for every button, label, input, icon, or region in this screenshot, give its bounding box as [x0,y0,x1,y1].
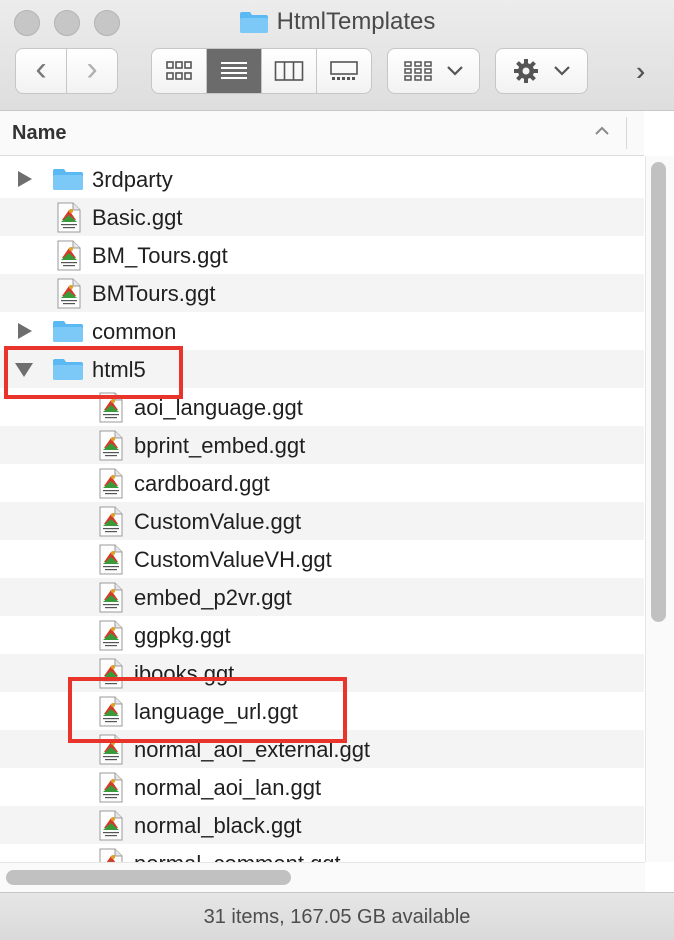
file-row[interactable]: normal_comment.ggt [0,844,644,862]
ggt-template-file-icon [98,772,124,808]
disclosure-triangle-closed-icon[interactable] [18,323,32,339]
list-view-button[interactable] [207,49,262,93]
ggt-template-file-icon [56,278,82,314]
file-row[interactable]: bprint_embed.ggt [0,426,644,464]
item-name: common [92,319,177,344]
column-view-button[interactable] [262,49,317,93]
file-row[interactable]: normal_aoi_lan.ggt [0,768,644,806]
folder-icon [239,12,268,33]
gallery-icon [330,61,358,80]
ggt-template-file-icon [56,240,82,276]
forward-button[interactable]: › [66,48,118,94]
gear-icon [513,59,538,83]
finder-window: HtmlTemplates ‹ › ›› Name 3rdparty Basic… [0,0,674,940]
item-name: BM_Tours.ggt [92,243,228,268]
file-row[interactable]: Basic.ggt [0,198,644,236]
file-row[interactable]: BM_Tours.ggt [0,236,644,274]
item-name: BMTours.ggt [92,281,216,306]
chevron-down-icon [446,66,463,76]
toolbar-overflow-icon[interactable]: ›› [636,56,648,87]
item-name: Basic.ggt [92,205,183,230]
item-name: bprint_embed.ggt [134,433,306,458]
column-divider [626,117,627,149]
ggt-template-file-icon [98,506,124,542]
column-header-name[interactable]: Name [0,111,644,156]
item-name: normal_black.ggt [134,813,302,838]
file-row[interactable]: CustomValue.ggt [0,502,644,540]
list-icon [221,62,247,79]
ggt-template-file-icon [98,544,124,580]
disclosure-triangle-closed-icon[interactable] [18,171,32,187]
item-name: CustomValue.ggt [134,509,302,534]
ggt-template-file-icon [98,582,124,618]
group-by-button[interactable] [387,48,480,94]
status-text: 31 items, 167.05 GB available [203,906,471,928]
sort-ascending-icon [594,123,610,141]
folder-row[interactable]: 3rdparty [0,160,644,198]
columns-icon [274,61,304,81]
icon-view-button[interactable] [152,49,207,93]
window-title: HtmlTemplates [0,8,674,39]
file-row[interactable]: embed_p2vr.ggt [0,578,644,616]
file-row[interactable]: BMTours.ggt [0,274,644,312]
toolbar: HtmlTemplates ‹ › ›› [0,0,674,111]
folder-icon [52,319,84,348]
file-row[interactable]: cardboard.ggt [0,464,644,502]
ggt-template-file-icon [98,620,124,656]
highlight-box-html5 [4,346,183,399]
file-row[interactable]: normal_black.ggt [0,806,644,844]
vertical-scrollbar-thumb[interactable] [651,162,666,622]
action-menu-button[interactable] [495,48,588,94]
ggt-template-file-icon [98,430,124,466]
chevron-down-icon [553,66,570,76]
item-name: normal_comment.ggt [134,851,341,862]
file-row[interactable]: ggpkg.ggt [0,616,644,654]
item-name: 3rdparty [92,167,173,192]
item-name: embed_p2vr.ggt [134,585,292,610]
ggt-template-file-icon [56,202,82,238]
horizontal-scrollbar-thumb[interactable] [6,870,291,885]
ggt-template-file-icon [98,810,124,846]
folder-row[interactable]: common [0,312,644,350]
gallery-view-button[interactable] [317,49,371,93]
file-row[interactable]: CustomValueVH.ggt [0,540,644,578]
window-title-text: HtmlTemplates [276,8,436,35]
folder-icon [52,167,84,196]
column-header-label: Name [12,122,67,144]
item-name: normal_aoi_lan.ggt [134,775,322,800]
status-bar: 31 items, 167.05 GB available [0,892,674,940]
file-list: 3rdparty Basic.ggt BM_Tours.ggt BMTours.ggt… [0,160,644,862]
ggt-template-file-icon [98,848,124,862]
item-name: cardboard.ggt [134,471,270,496]
view-mode-segmented-control [151,48,372,94]
group-icon [403,61,432,81]
item-name: CustomValueVH.ggt [134,547,332,572]
grid-icon [166,61,192,80]
chevron-left-icon: ‹ [35,50,47,88]
item-name: ggpkg.ggt [134,623,231,648]
back-button[interactable]: ‹ [15,48,67,94]
chevron-right-icon: › [86,50,98,88]
highlight-box-language-url [68,677,347,743]
ggt-template-file-icon [98,468,124,504]
